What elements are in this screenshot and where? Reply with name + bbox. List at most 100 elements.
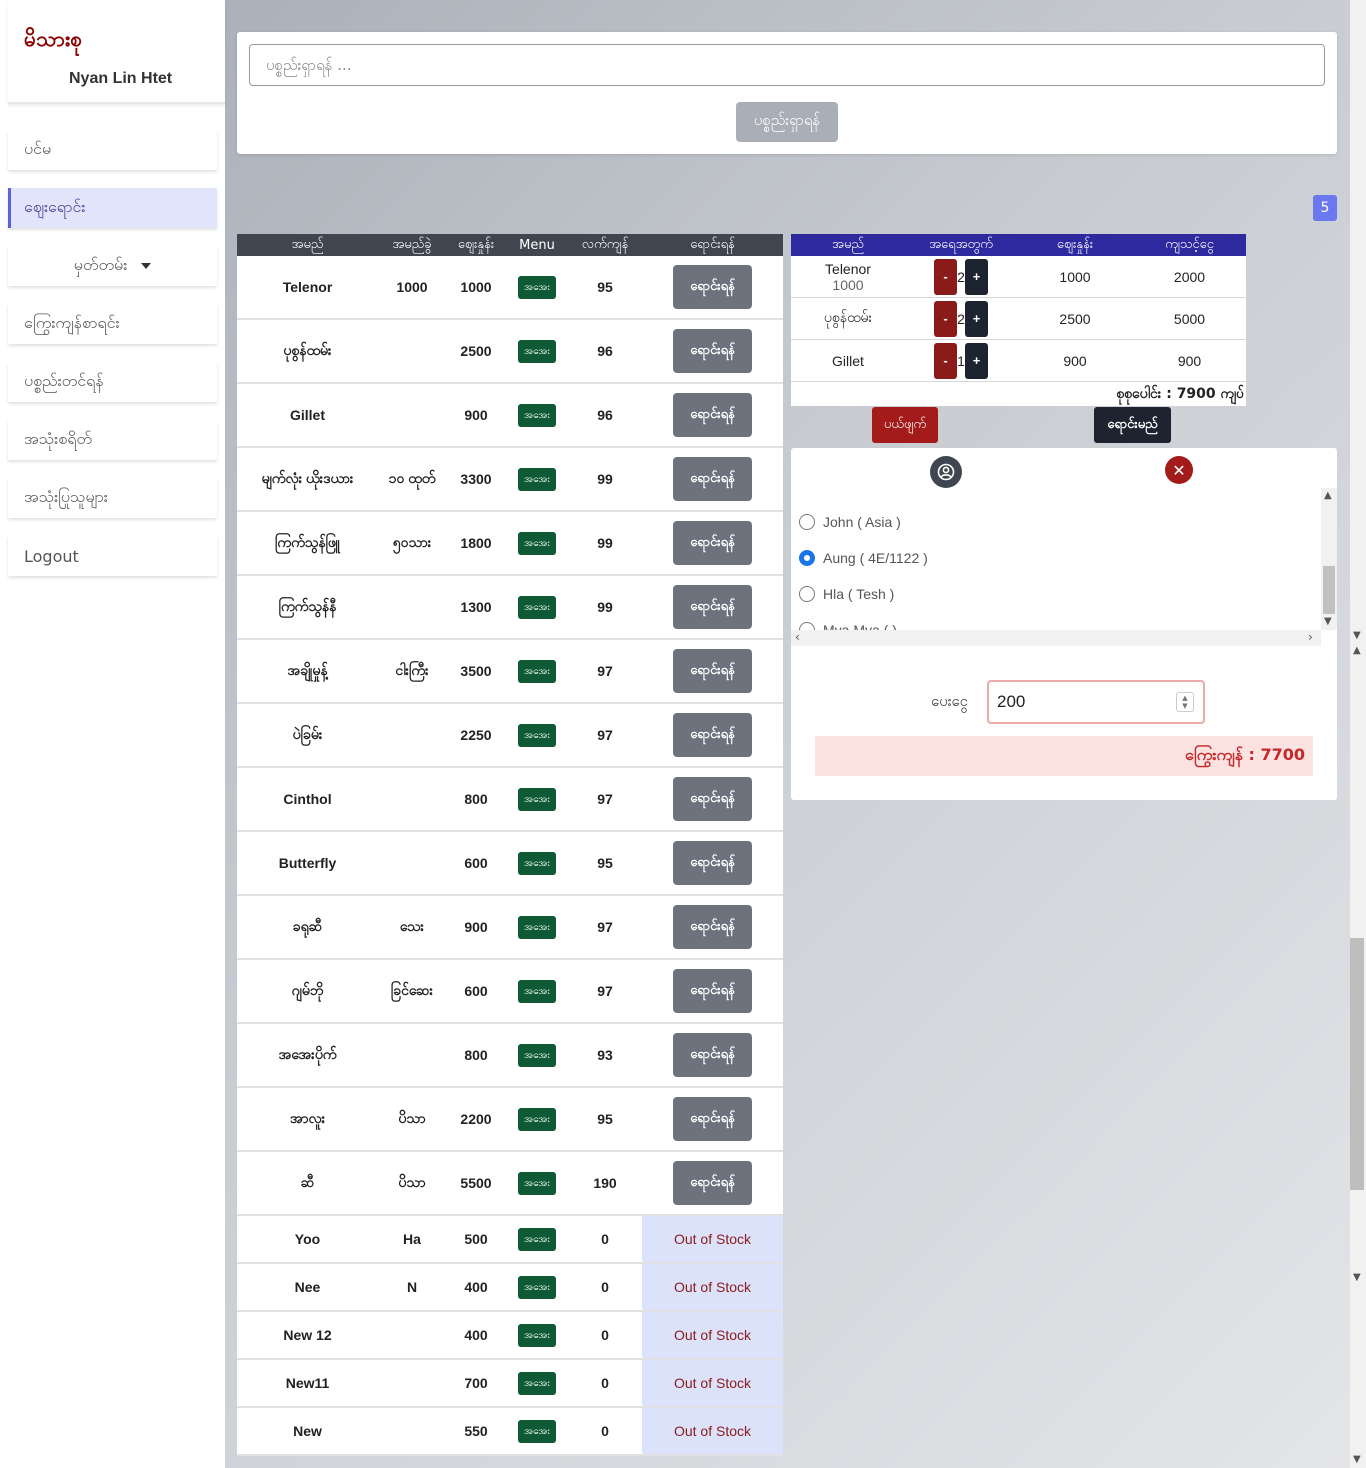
scroll-thumb[interactable] — [1350, 938, 1364, 1190]
product-stock: 96 — [597, 407, 613, 423]
menu-badge: အအေး — [518, 1043, 556, 1067]
product-name: ခရုဆီ — [292, 917, 323, 934]
menu-cell: အအေး — [506, 1171, 568, 1195]
customer-option[interactable]: Aung ( 4E/1122 ) — [799, 548, 928, 568]
product-price: 2500 — [460, 343, 492, 359]
product-stock: 190 — [593, 1175, 617, 1191]
increase-qty-button[interactable]: + — [965, 300, 988, 337]
sell-button[interactable]: ရောင်းရန် — [673, 521, 752, 565]
sell-button[interactable]: ရောင်းရန် — [673, 393, 752, 437]
product-stock: 97 — [597, 919, 613, 935]
sidebar-item-add-product[interactable]: ပစ္စည်းတင်ရန် — [8, 362, 217, 402]
sell-button[interactable]: ရောင်းရန် — [673, 1033, 752, 1077]
radio-button[interactable] — [799, 586, 815, 602]
sidebar-item-sale[interactable]: ဈေးရောင်း — [8, 188, 217, 228]
qty-stepper: -2 + — [905, 300, 1017, 337]
radio-button-selected[interactable] — [799, 550, 815, 566]
customer-label: John ( Asia ) — [823, 514, 901, 530]
increase-qty-button[interactable]: + — [965, 342, 988, 379]
decrease-qty-button[interactable]: - — [934, 258, 957, 295]
cart-header-amount: ကျသင့်ငွေ — [1165, 236, 1214, 252]
sell-cell: ရောင်းရန် — [642, 960, 783, 1022]
cart-item-name: Telenor — [825, 260, 871, 277]
product-subname: ခြင်ဆေး — [390, 981, 434, 998]
product-stock: 95 — [597, 279, 613, 295]
product-subname: N — [406, 1279, 418, 1295]
menu-cell: အအေး — [506, 1371, 568, 1395]
sidebar-item-records[interactable]: မှတ်တမ်း — [8, 246, 217, 286]
sell-button[interactable]: ရောင်းရန် — [673, 713, 752, 757]
sell-button[interactable]: ရောင်းရန် — [673, 1097, 752, 1141]
sell-button[interactable]: ရောင်းရန် — [673, 969, 752, 1013]
table-row: အချိုမှုန့် ငါးကြီး 3500 အအေး 97 ရောင်းရန် — [237, 640, 783, 704]
scroll-thumb[interactable] — [1323, 566, 1335, 614]
product-stock: 0 — [601, 1423, 609, 1439]
table-row: Telenor 1000 1000 အအေး 95 ရောင်းရန် — [237, 256, 783, 320]
sell-button[interactable]: ရောင်းရန် — [673, 585, 752, 629]
scroll-up-icon[interactable]: ▲ — [1353, 645, 1361, 656]
scroll-down-icon[interactable]: ▼ — [1353, 630, 1361, 641]
product-price: 2250 — [460, 727, 492, 743]
sidebar-item-label: အသုံးပြုသူများ — [24, 487, 108, 506]
decrease-qty-button[interactable]: - — [934, 342, 957, 379]
product-stock: 95 — [597, 1111, 613, 1127]
product-name: New — [293, 1423, 322, 1439]
sell-button[interactable]: ရောင်းရန် — [673, 329, 752, 373]
table-row: Nee N 400 အအေး 0 Out of Stock — [237, 1264, 783, 1312]
sell-button[interactable]: ရောင်းရန် — [673, 777, 752, 821]
table-row: Butterfly 600 အအေး 95 ရောင်းရန် — [237, 832, 783, 896]
cart-item-amount: 5000 — [1173, 310, 1206, 327]
product-name: Gillet — [289, 407, 325, 423]
sell-cell: ရောင်းရန် — [642, 1088, 783, 1150]
search-button[interactable]: ပစ္စည်းရှာရန် — [736, 102, 838, 142]
product-rows: Telenor 1000 1000 အအေး 95 ရောင်းရန် ပုစွန်ထမ်း… — [237, 256, 783, 1456]
product-price: 800 — [464, 1047, 488, 1063]
customer-list: John ( Asia ) Aung ( 4E/1122 ) Hla ( Tes… — [791, 488, 1337, 648]
scroll-down-icon[interactable]: ▼ — [1353, 1454, 1361, 1465]
decrease-qty-button[interactable]: - — [934, 300, 957, 337]
sell-button[interactable]: ရောင်းရန် — [673, 1161, 752, 1205]
scroll-left-icon[interactable]: ‹ — [795, 630, 800, 644]
table-row: Cinthol 800 အအေး 97 ရောင်းရန် — [237, 768, 783, 832]
menu-badge: အအေး — [518, 403, 556, 427]
customer-option[interactable]: Hla ( Tesh ) — [799, 584, 894, 604]
menu-badge: အအေး — [518, 595, 556, 619]
menu-cell: အအေး — [506, 1107, 568, 1131]
scroll-up-icon[interactable]: ▲ — [1324, 490, 1332, 501]
product-stock: 99 — [597, 535, 613, 551]
sell-button[interactable]: ရောင်းရန် — [673, 841, 752, 885]
sell-button[interactable]: ရောင်းရန် — [673, 905, 752, 949]
sidebar-item-logout[interactable]: Logout — [8, 536, 217, 576]
sidebar-item-expenses[interactable]: အသုံးစရိတ် — [8, 420, 217, 460]
scroll-right-icon[interactable]: › — [1308, 630, 1313, 644]
qty-value: 2 — [957, 310, 965, 327]
customer-option[interactable]: John ( Asia ) — [799, 512, 901, 532]
table-row: ပုစွန်ထမ်း 2500 အအေး 96 ရောင်းရန် — [237, 320, 783, 384]
change-due: ကြွေးကျန် : 7700 — [815, 736, 1313, 776]
customer-list-vscrollbar[interactable]: ▲ ▼ — [1321, 488, 1337, 630]
payment-input[interactable] — [987, 680, 1205, 724]
sell-button[interactable]: ရောင်းရန် — [673, 265, 752, 309]
scroll-down-icon[interactable]: ▼ — [1324, 616, 1332, 627]
checkout-button[interactable]: ရောင်းမည် — [1094, 407, 1171, 443]
product-subname: ပိသာ — [398, 1109, 426, 1126]
product-subname: 1000 — [396, 279, 428, 295]
sell-button[interactable]: ရောင်းရန် — [673, 649, 752, 693]
radio-button[interactable] — [799, 514, 815, 530]
sell-button[interactable]: ရောင်းရန် — [673, 457, 752, 501]
cancel-button[interactable]: ပယ်ဖျက် — [872, 407, 938, 443]
sidebar-item-debts[interactable]: ကြွေးကျန်စာရင်း — [8, 304, 217, 344]
search-input[interactable] — [249, 44, 1325, 86]
scroll-down-icon[interactable]: ▼ — [1353, 1272, 1361, 1283]
number-stepper-icon[interactable]: ▲ ▼ — [1176, 692, 1194, 712]
sidebar-item-users[interactable]: အသုံးပြုသူများ — [8, 478, 217, 518]
increase-qty-button[interactable]: + — [965, 258, 988, 295]
sidebar-item-home[interactable]: ပင်မ — [8, 130, 217, 170]
close-icon[interactable]: ✕ — [1165, 456, 1193, 484]
menu-badge: အအေး — [518, 1419, 556, 1443]
user-circle-icon[interactable] — [930, 456, 962, 488]
caret-down-icon — [141, 263, 152, 269]
page-scrollbar[interactable]: ▼ ▲ ▼ ▼ — [1350, 0, 1366, 1468]
menu-badge: အအေး — [518, 339, 556, 363]
customer-list-hscrollbar[interactable]: ‹ › — [791, 630, 1321, 646]
